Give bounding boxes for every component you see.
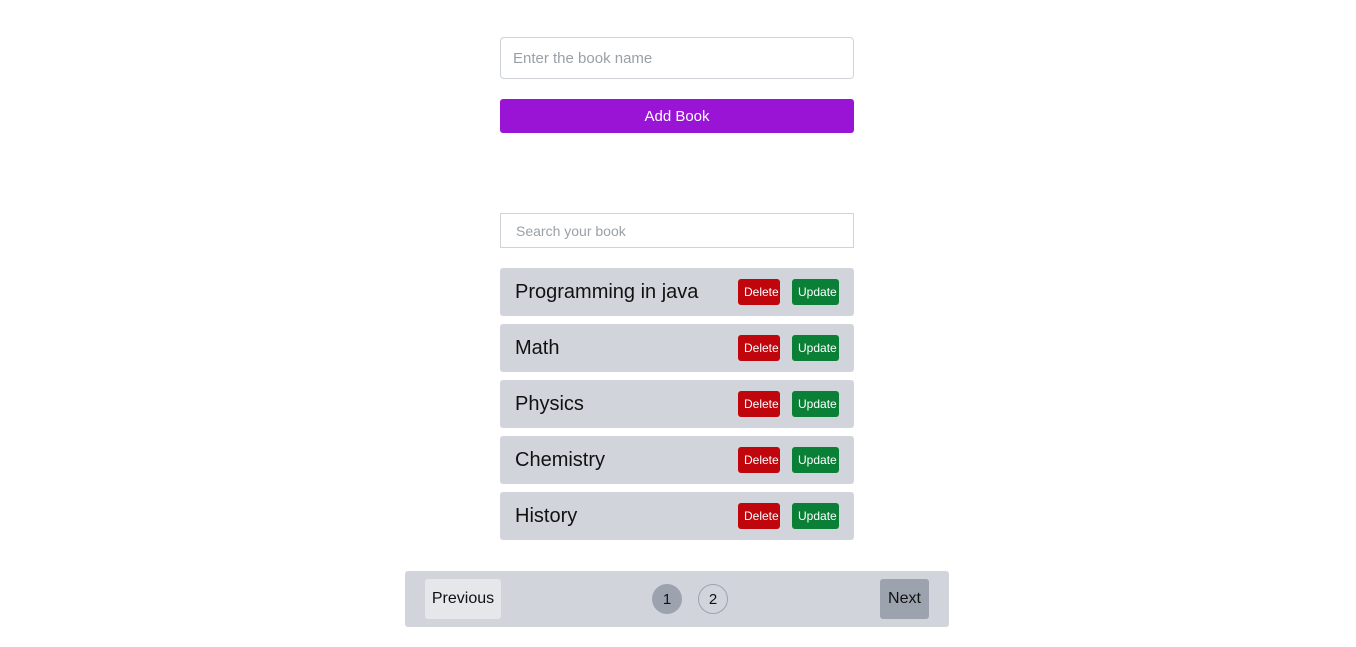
page-1-button[interactable]: 1 <box>652 584 682 614</box>
book-name: Math <box>515 336 560 359</box>
book-name: History <box>515 504 578 527</box>
book-name: Programming in java <box>515 280 699 303</box>
book-item: History Delete Update <box>500 492 854 540</box>
pagination: Previous 1 2 Next <box>405 571 949 627</box>
add-book-button[interactable]: Add Book <box>500 99 854 133</box>
book-item: Programming in java Delete Update <box>500 268 854 316</box>
book-item: Math Delete Update <box>500 324 854 372</box>
update-button[interactable]: Update <box>792 391 839 417</box>
update-button[interactable]: Update <box>792 279 839 305</box>
book-item: Physics Delete Update <box>500 380 854 428</box>
delete-button[interactable]: Delete <box>738 335 780 361</box>
book-name: Chemistry <box>515 448 606 471</box>
update-button[interactable]: Update <box>792 503 839 529</box>
page: Add Book Programming in java Delete Upda… <box>0 0 1356 647</box>
delete-button[interactable]: Delete <box>738 503 780 529</box>
next-button[interactable]: Next <box>880 579 929 619</box>
delete-button[interactable]: Delete <box>738 447 780 473</box>
book-name: Physics <box>515 392 584 415</box>
previous-button[interactable]: Previous <box>425 579 501 619</box>
delete-button[interactable]: Delete <box>738 391 780 417</box>
search-input[interactable] <box>500 213 854 248</box>
page-2-button[interactable]: 2 <box>698 584 728 614</box>
update-button[interactable]: Update <box>792 447 839 473</box>
book-name-input[interactable] <box>500 37 854 79</box>
book-list: Programming in java Delete Update Math D… <box>500 268 854 548</box>
delete-button[interactable]: Delete <box>738 279 780 305</box>
book-item: Chemistry Delete Update <box>500 436 854 484</box>
update-button[interactable]: Update <box>792 335 839 361</box>
